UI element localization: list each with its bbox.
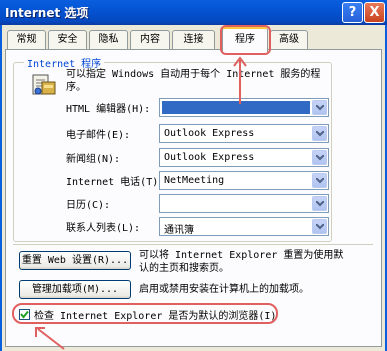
chevron-down-icon[interactable] <box>312 196 327 211</box>
email-select[interactable]: Outlook Express <box>159 124 329 143</box>
programs-icon <box>32 74 56 95</box>
default-browser-label[interactable]: 检查 Internet Explorer 是否为默认的浏览器(I) <box>34 307 276 322</box>
internet-call-select[interactable]: NetMeeting <box>159 171 329 190</box>
divider <box>13 244 373 245</box>
reset-web-description-line1: 可以将 Internet Explorer 重置为使用默 <box>139 250 344 261</box>
email-value: Outlook Express <box>164 128 255 139</box>
reset-web-description-line2: 认的主页和搜索页。 <box>139 263 229 274</box>
chevron-down-icon[interactable] <box>312 150 327 165</box>
manage-addons-button[interactable]: 管理加载项(M)... <box>19 280 131 299</box>
annotation-arrow-icon <box>35 327 65 350</box>
checkmark-icon <box>20 310 29 319</box>
contacts-select[interactable]: 通讯簿 <box>159 217 329 236</box>
html-editor-label: HTML 编辑器(H): <box>66 104 151 115</box>
chevron-down-icon[interactable] <box>312 100 327 115</box>
chevron-down-icon[interactable] <box>312 219 327 234</box>
internet-call-label: Internet 电话(T): <box>66 177 165 188</box>
calendar-select[interactable] <box>159 194 329 213</box>
email-label: 电子邮件(E): <box>66 130 131 141</box>
internet-call-value: NetMeeting <box>164 175 225 186</box>
calendar-label: 日历(C): <box>66 200 111 211</box>
newsgroups-value: Outlook Express <box>164 152 255 163</box>
contacts-value: 通讯簿 <box>164 225 194 236</box>
contacts-label: 联系人列表(L): <box>66 223 141 234</box>
default-browser-checkbox[interactable] <box>19 309 30 320</box>
reset-web-settings-button[interactable]: 重置 Web 设置(R)... <box>19 251 131 270</box>
annotation-arrow-icon <box>233 56 247 104</box>
newsgroups-select[interactable]: Outlook Express <box>159 148 329 167</box>
chevron-down-icon[interactable] <box>312 126 327 141</box>
newsgroups-label: 新闻组(N): <box>66 154 121 165</box>
manage-addons-description: 启用或禁用安装在计算机上的加载项。 <box>139 284 309 295</box>
chevron-down-icon[interactable] <box>312 173 327 188</box>
programs-description: 可以指定 Windows 自动用于每个 Internet 服务的程序。 <box>66 69 321 93</box>
